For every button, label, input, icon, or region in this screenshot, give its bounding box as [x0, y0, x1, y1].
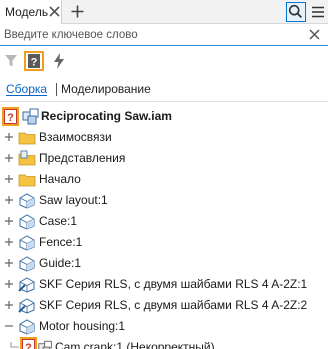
expand-icon[interactable] — [4, 174, 14, 184]
tree-item-label: Guide:1 — [39, 256, 82, 270]
expand-icon[interactable] — [4, 216, 14, 226]
tree-item-label: Case:1 — [39, 214, 78, 228]
assembly-icon — [38, 340, 52, 349]
tree-item-label: SKF Серия RLS, с двумя шайбами RLS 4 A-2… — [39, 298, 308, 312]
expand-icon[interactable] — [4, 195, 14, 205]
part-icon — [19, 214, 35, 230]
close-icon[interactable] — [49, 6, 60, 17]
tree-item-label: Начало — [39, 172, 81, 186]
close-icon[interactable] — [309, 29, 320, 40]
filter-icon[interactable] — [4, 54, 18, 68]
tree-item-label: Взаимосвязи — [39, 130, 112, 144]
tree-item-label: Fence:1 — [39, 235, 83, 249]
expand-icon[interactable] — [4, 153, 14, 163]
search-button[interactable] — [286, 2, 306, 22]
tree-item-saw-layout[interactable]: Saw layout:1 — [0, 190, 328, 211]
status-unknown-badge: ? — [2, 107, 19, 126]
tree-item-label: Saw layout:1 — [39, 193, 108, 207]
browser-toolbar: ? — [0, 47, 328, 75]
unknown-help-button[interactable]: ? — [24, 51, 44, 71]
tree-item-skf-2[interactable]: SKF Серия RLS, с двумя шайбами RLS 4 A-2… — [0, 295, 328, 316]
tree-item-label: Cam crank:1 (Некорректный) — [55, 340, 215, 349]
lightning-icon[interactable] — [53, 53, 65, 69]
part-icon — [19, 193, 35, 209]
content-center-part-icon — [18, 298, 35, 314]
tree-connector — [10, 342, 19, 348]
folder-icon — [18, 174, 36, 187]
tree-item-case[interactable]: Case:1 — [0, 211, 328, 232]
tree-item-views[interactable]: Представления — [0, 148, 328, 169]
unknown-help-icon: ? — [4, 109, 17, 124]
tree-item-label: Motor housing:1 — [39, 319, 126, 333]
content-center-part-icon — [18, 277, 35, 293]
tab-separator — [56, 83, 57, 96]
divider — [0, 101, 328, 102]
plus-icon[interactable] — [71, 5, 84, 18]
expand-icon[interactable] — [4, 279, 14, 289]
tree-item-guide[interactable]: Guide:1 — [0, 253, 328, 274]
search-input[interactable] — [4, 26, 300, 44]
tree-item-relations[interactable]: Взаимосвязи — [0, 127, 328, 148]
part-icon — [19, 235, 35, 251]
expand-icon[interactable] — [4, 300, 14, 310]
tree-item-skf-1[interactable]: SKF Серия RLS, с двумя шайбами RLS 4 A-2… — [0, 274, 328, 295]
assembly-icon — [22, 108, 39, 125]
tree-item-fence[interactable]: Fence:1 — [0, 232, 328, 253]
tab-modeling[interactable]: Моделирование — [61, 82, 151, 96]
expand-icon[interactable] — [4, 132, 14, 142]
expand-icon[interactable] — [4, 237, 14, 247]
panel-header: Модель — [0, 0, 328, 24]
tree-item-cam-crank[interactable]: ? Cam crank:1 (Некорректный) — [0, 337, 328, 349]
folder-icon — [18, 132, 36, 145]
unknown-help-icon: ? — [22, 339, 35, 349]
folder-views-icon — [18, 150, 36, 166]
collapse-icon[interactable] — [4, 321, 14, 331]
tree-item-label: SKF Серия RLS, с двумя шайбами RLS 4 A-2… — [39, 277, 308, 291]
hamburger-menu-icon[interactable] — [310, 4, 326, 20]
tab-model[interactable]: Модель — [0, 0, 62, 24]
tree-root[interactable]: ? Reciprocating Saw.iam — [0, 106, 328, 127]
svg-text:?: ? — [7, 112, 14, 124]
expand-icon[interactable] — [4, 258, 14, 268]
status-unknown-badge: ? — [20, 337, 37, 349]
tree-root-label: Reciprocating Saw.iam — [41, 109, 172, 123]
svg-text:?: ? — [31, 57, 38, 69]
tree-item-origin[interactable]: Начало — [0, 169, 328, 190]
unknown-help-icon: ? — [28, 54, 40, 69]
tree-item-motor-housing[interactable]: Motor housing:1 — [0, 316, 328, 337]
search-bar — [0, 24, 328, 46]
svg-text:?: ? — [25, 342, 32, 349]
tab-model-label: Модель — [5, 5, 49, 19]
part-icon — [19, 256, 35, 272]
tree-item-label: Представления — [39, 151, 126, 165]
part-icon — [19, 319, 35, 335]
search-icon — [288, 4, 303, 19]
view-tabs: Сборка Моделирование — [0, 78, 328, 102]
tab-assembly[interactable]: Сборка — [6, 82, 47, 96]
